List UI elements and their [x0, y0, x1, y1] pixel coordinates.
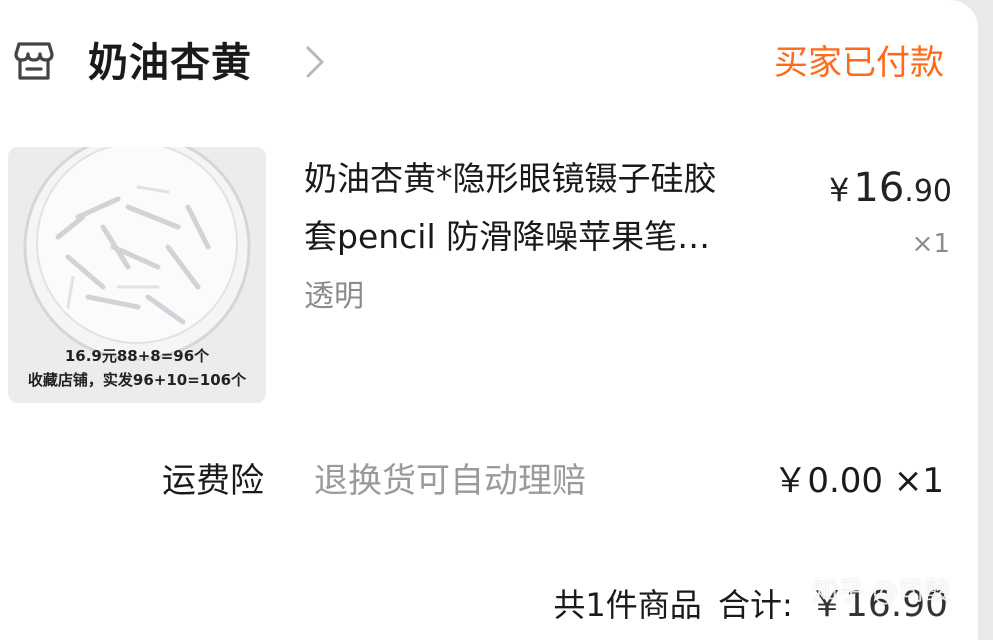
store-name[interactable]: 奶油杏黄: [88, 34, 252, 92]
product-image[interactable]: 16.9元88+8=96个 收藏店铺，实发96+10=106个: [8, 147, 266, 403]
product-title[interactable]: 奶油杏黄*隐形眼镜镊子硅胶 套pencil 防滑降噪苹果笔…: [304, 150, 809, 266]
price-symbol: ¥: [829, 171, 850, 209]
item-count: 共1件商品: [553, 586, 702, 624]
product-title-line2: 套pencil 防滑降噪苹果笔…: [304, 217, 711, 256]
chevron-right-icon[interactable]: [304, 44, 326, 80]
watermark: 知乎 @司酸: [812, 577, 951, 607]
price-integer: 16: [853, 165, 905, 211]
shipping-insurance-description: 退换货可自动理赔: [314, 461, 586, 501]
total-label: 合计:: [717, 586, 793, 624]
store-icon: [14, 42, 54, 80]
image-caption-line1: 16.9元88+8=96个: [64, 347, 210, 365]
product-sku: 透明: [304, 279, 364, 314]
order-status: 买家已付款: [774, 43, 944, 83]
shipping-insurance-price: ￥0.00 ×1: [773, 461, 944, 501]
price-decimal: .90: [904, 174, 952, 209]
order-card: 奶油杏黄 买家已付款 16.9元88+8=96个 收藏店铺，实发96+10=10…: [0, 0, 978, 640]
image-caption-line2: 收藏店铺，实发96+10=106个: [27, 371, 247, 389]
product-price: ¥16.90: [829, 160, 952, 224]
product-quantity: ×1: [911, 229, 950, 259]
shipping-insurance-label: 运费险: [162, 461, 264, 501]
product-title-line1: 奶油杏黄*隐形眼镜镊子硅胶: [304, 159, 717, 198]
